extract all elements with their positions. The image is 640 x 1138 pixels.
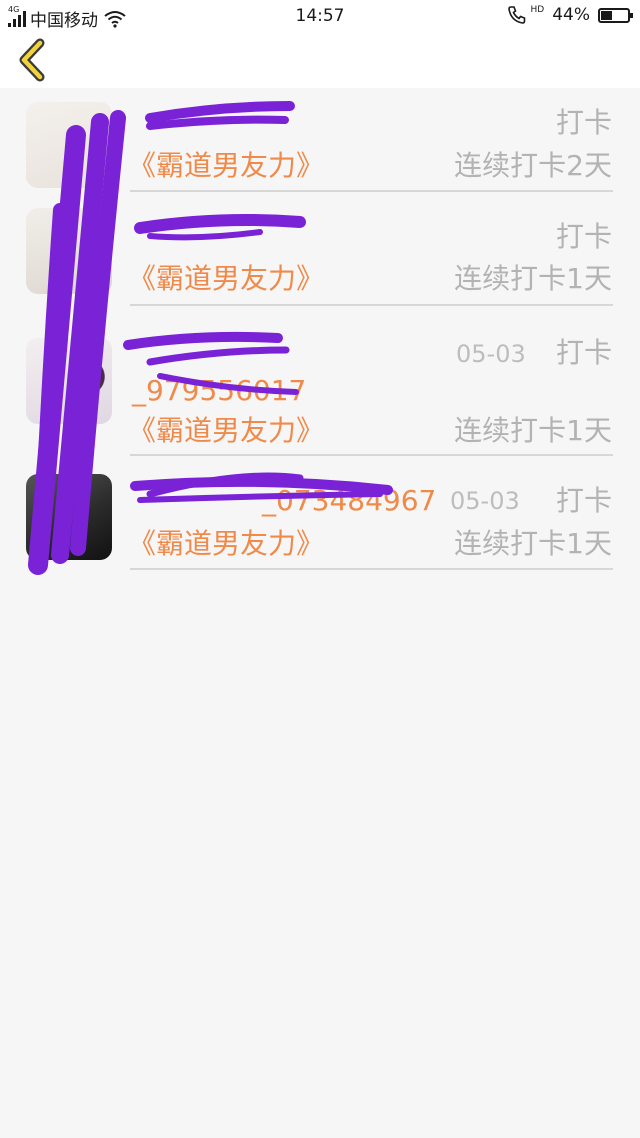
status-bar: 4G 中国移动 14:57 HD 44%	[0, 0, 640, 32]
user-name: _073484967	[262, 484, 437, 517]
checkin-date: 05-03	[456, 340, 526, 368]
status-right: HD 44%	[507, 5, 633, 25]
checkin-date: 05-03	[450, 487, 520, 515]
row-divider	[130, 454, 613, 456]
avatar	[26, 208, 112, 294]
book-title[interactable]: 《霸道男友力》	[128, 414, 324, 448]
back-button[interactable]	[14, 38, 54, 82]
checkin-label[interactable]: 打卡	[556, 484, 612, 518]
avatar	[26, 102, 112, 188]
book-title[interactable]: 《霸道男友力》	[128, 527, 324, 561]
row-divider	[130, 568, 613, 570]
list-item[interactable]: 打卡 《霸道男友力》 连续打卡2天	[0, 88, 640, 194]
checkin-label[interactable]: 打卡	[556, 220, 612, 254]
battery-percent: 44%	[552, 5, 590, 25]
streak-text: 连续打卡1天	[454, 414, 612, 447]
hd-badge: HD	[530, 5, 545, 15]
battery-icon	[598, 7, 633, 23]
streak-text: 连续打卡1天	[454, 262, 612, 295]
list-item[interactable]: _073484967 05-03 打卡 《霸道男友力》 连续打卡1天	[0, 458, 640, 572]
list-item[interactable]: 打卡 《霸道男友力》 连续打卡1天	[0, 194, 640, 308]
chevron-left-icon	[19, 38, 45, 82]
streak-text: 连续打卡1天	[454, 527, 612, 560]
row-divider	[130, 190, 613, 192]
nav-bar	[0, 32, 640, 88]
checkin-label[interactable]: 打卡	[556, 106, 612, 140]
streak-text: 连续打卡2天	[454, 149, 612, 182]
user-name: _979556017	[132, 374, 307, 407]
avatar	[26, 474, 112, 560]
phone-icon	[507, 6, 525, 24]
book-title[interactable]: 《霸道男友力》	[128, 262, 324, 296]
row-divider	[130, 304, 613, 306]
checkin-label[interactable]: 打卡	[556, 336, 612, 370]
book-title[interactable]: 《霸道男友力》	[128, 149, 324, 183]
avatar	[26, 338, 112, 424]
list-item[interactable]: _979556017 05-03 打卡 《霸道男友力》 连续打卡1天	[0, 308, 640, 458]
